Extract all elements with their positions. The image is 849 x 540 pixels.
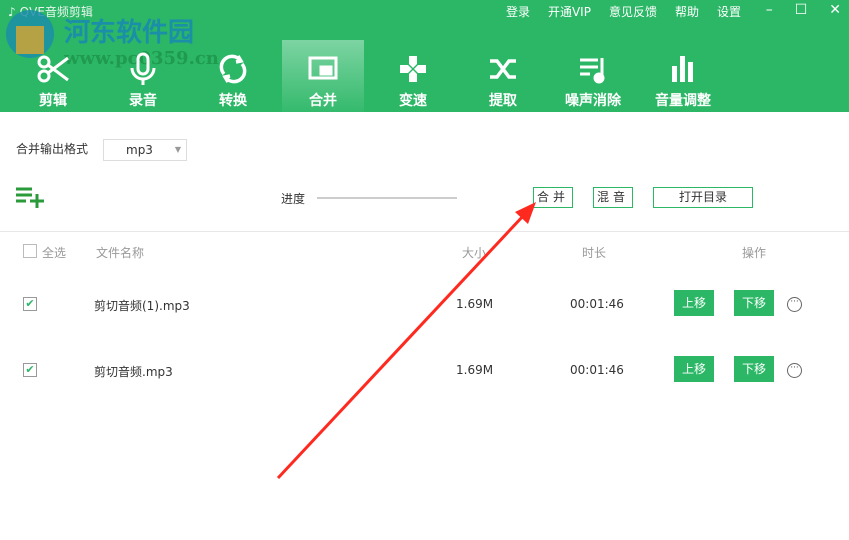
progress-bar bbox=[317, 197, 457, 199]
merge-button[interactable]: 合并 bbox=[533, 187, 573, 208]
gamepad-icon bbox=[400, 56, 426, 82]
maximize-button[interactable]: ☐ bbox=[795, 2, 808, 18]
row-checkbox[interactable]: ✔ bbox=[23, 363, 37, 377]
header-size: 大小 bbox=[462, 246, 487, 260]
select-all-checkbox[interactable] bbox=[23, 244, 37, 258]
tab-volume[interactable]: 音量调整 bbox=[638, 40, 728, 112]
move-down-button[interactable]: 下移 bbox=[734, 290, 774, 316]
close-button[interactable]: ✕ bbox=[829, 2, 841, 18]
scissors-icon bbox=[37, 55, 69, 83]
header-ops: 操作 bbox=[742, 246, 767, 260]
add-file-icon[interactable] bbox=[16, 186, 46, 208]
header: ♪ QVE音频剪辑 河东软件园 www.pc0359.cn 登录 开通VIP 意见反… bbox=[0, 0, 849, 112]
tab-record[interactable]: 录音 bbox=[98, 40, 188, 112]
help-link[interactable]: 帮助 bbox=[675, 3, 699, 20]
mix-button[interactable]: 混音 bbox=[593, 187, 633, 208]
open-directory-button[interactable]: 打开目录 bbox=[653, 187, 753, 208]
music-note-icon: ♪ bbox=[8, 4, 16, 19]
login-link[interactable]: 登录 bbox=[506, 3, 530, 20]
more-icon[interactable]: ··· bbox=[787, 363, 802, 378]
tab-extract[interactable]: 提取 bbox=[458, 40, 548, 112]
more-icon[interactable]: ··· bbox=[787, 297, 802, 312]
header-duration: 时长 bbox=[582, 246, 607, 260]
format-select[interactable]: mp3 ▼ bbox=[103, 139, 187, 161]
file-name: 剪切音频.mp3 bbox=[94, 365, 173, 379]
tab-merge[interactable]: 合并 bbox=[282, 40, 364, 112]
settings-link[interactable]: 设置 bbox=[717, 3, 741, 20]
file-name: 剪切音频(1).mp3 bbox=[94, 299, 190, 313]
bar-chart-icon bbox=[672, 56, 693, 82]
microphone-icon bbox=[130, 52, 156, 85]
refresh-icon bbox=[219, 54, 247, 84]
shuffle-icon bbox=[490, 59, 516, 79]
minimize-button[interactable]: – bbox=[766, 2, 773, 18]
header-name: 文件名称 bbox=[96, 246, 145, 260]
move-down-button[interactable]: 下移 bbox=[734, 356, 774, 382]
row-checkbox[interactable]: ✔ bbox=[23, 297, 37, 311]
tab-convert[interactable]: 转换 bbox=[188, 40, 278, 112]
tab-cut[interactable]: 剪辑 bbox=[8, 40, 98, 112]
caret-down-icon: ▼ bbox=[174, 145, 181, 154]
select-all-label: 全选 bbox=[42, 246, 67, 260]
tab-speed[interactable]: 变速 bbox=[368, 40, 458, 112]
format-label: 合并输出格式 bbox=[16, 142, 89, 156]
app-title: ♪ QVE音频剪辑 bbox=[8, 4, 93, 20]
move-up-button[interactable]: 上移 bbox=[674, 290, 714, 316]
feedback-link[interactable]: 意见反馈 bbox=[609, 3, 657, 20]
merge-icon bbox=[308, 56, 338, 80]
move-up-button[interactable]: 上移 bbox=[674, 356, 714, 382]
divider bbox=[0, 231, 849, 232]
music-list-icon bbox=[580, 58, 605, 84]
vip-link[interactable]: 开通VIP bbox=[548, 3, 591, 20]
file-size: 1.69M bbox=[456, 363, 494, 377]
file-duration: 00:01:46 bbox=[570, 297, 624, 311]
tab-denoise[interactable]: 噪声消除 bbox=[548, 40, 638, 112]
file-duration: 00:01:46 bbox=[570, 363, 624, 377]
file-size: 1.69M bbox=[456, 297, 494, 311]
top-menu: 登录 开通VIP 意见反馈 帮助 设置 bbox=[506, 3, 741, 20]
progress-label: 进度 bbox=[281, 192, 306, 206]
